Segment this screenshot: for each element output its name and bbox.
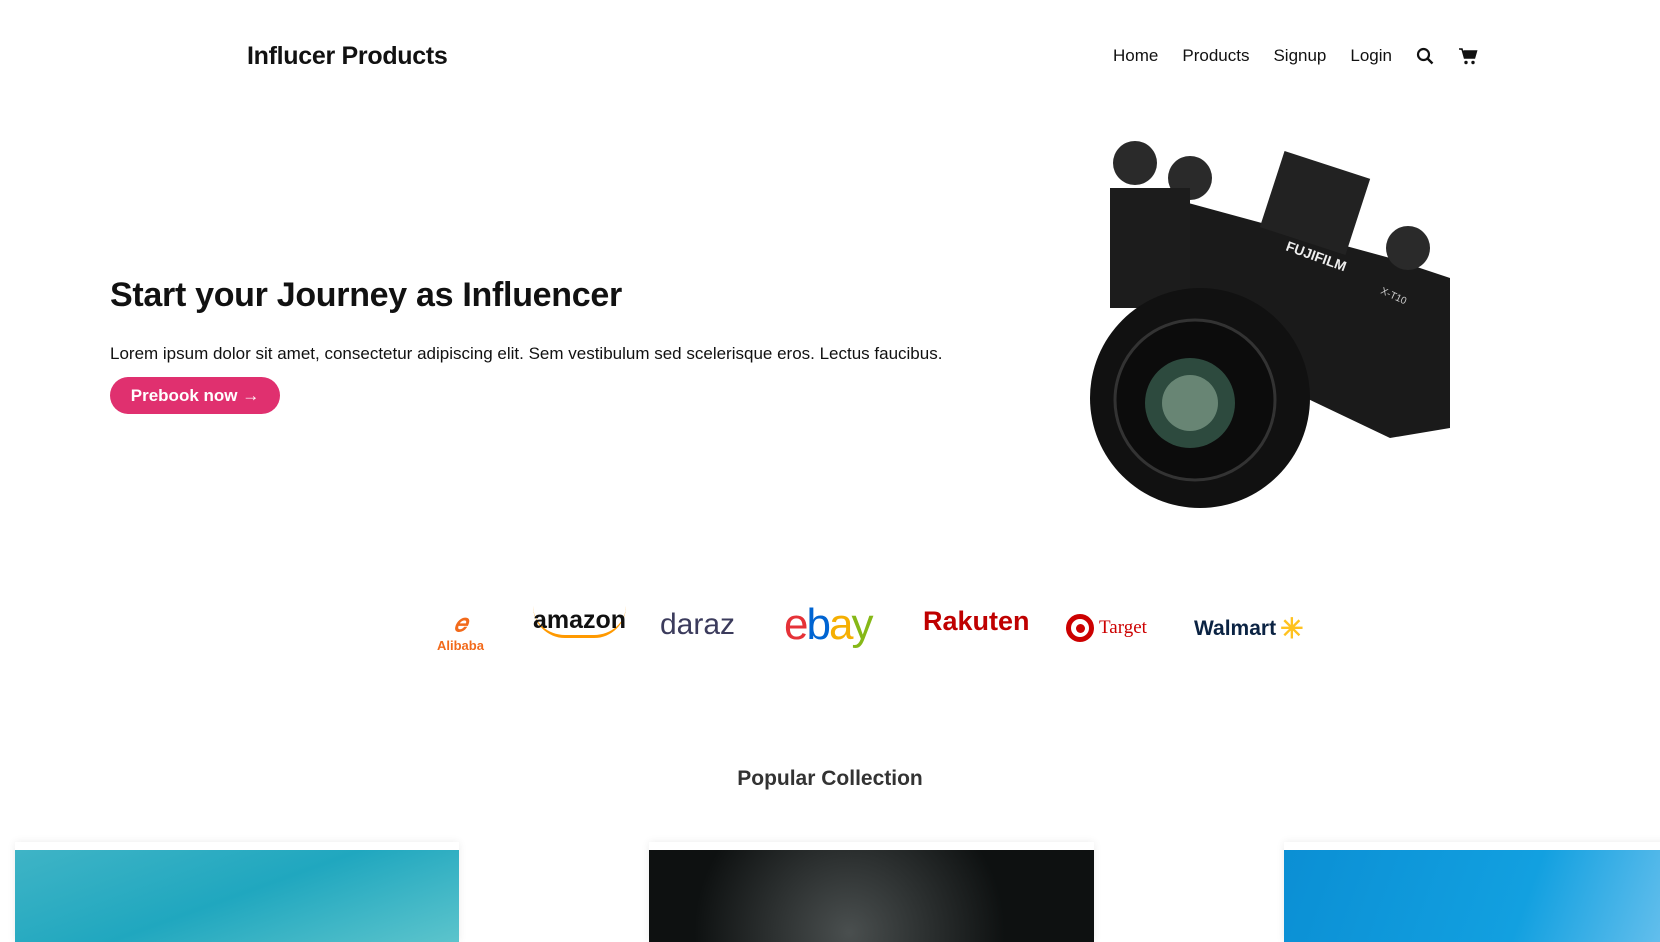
walmart-spark-icon: ✳ — [1280, 613, 1304, 644]
card-image — [1284, 850, 1660, 942]
nav-home[interactable]: Home — [1113, 46, 1158, 66]
brand-daraz: daraz — [660, 608, 736, 641]
search-icon[interactable] — [1416, 47, 1434, 65]
site-logo[interactable]: Influcer Products — [247, 42, 448, 71]
main-nav: Home Products Signup Login — [1113, 46, 1478, 66]
brand-amazon: amazon — [533, 606, 627, 638]
brand-walmart: Walmart ✳ — [1194, 613, 1304, 644]
hero-title: Start your Journey as Influencer — [110, 276, 622, 314]
brand-alibaba: 𝑒 Alibaba — [437, 610, 484, 653]
camera-image: FUJIFILM X-T10 — [1090, 141, 1450, 508]
card-image — [15, 850, 459, 942]
card-image — [649, 850, 1094, 942]
target-icon — [1066, 614, 1094, 642]
collection-card[interactable] — [649, 842, 1094, 942]
nav-signup[interactable]: Signup — [1273, 46, 1326, 66]
brand-rakuten: Rakuten — [923, 606, 1030, 636]
popular-collection-title: Popular Collection — [737, 767, 923, 790]
collection-card[interactable] — [1284, 842, 1660, 942]
brand-ebay: ebayebay — [784, 600, 873, 649]
prebook-button[interactable]: Prebook now → — [110, 377, 280, 414]
collection-card[interactable] — [15, 842, 459, 942]
hero-description: Lorem ipsum dolor sit amet, consectetur … — [110, 344, 943, 363]
cart-icon[interactable] — [1458, 47, 1478, 65]
nav-login[interactable]: Login — [1350, 46, 1392, 66]
nav-products[interactable]: Products — [1182, 46, 1249, 66]
alibaba-icon: 𝑒 — [454, 610, 467, 637]
brand-target: Target — [1066, 614, 1147, 642]
brand-logos: 𝑒Alibaba amazon daraz ebayebay Rakuten T… — [0, 600, 1660, 660]
